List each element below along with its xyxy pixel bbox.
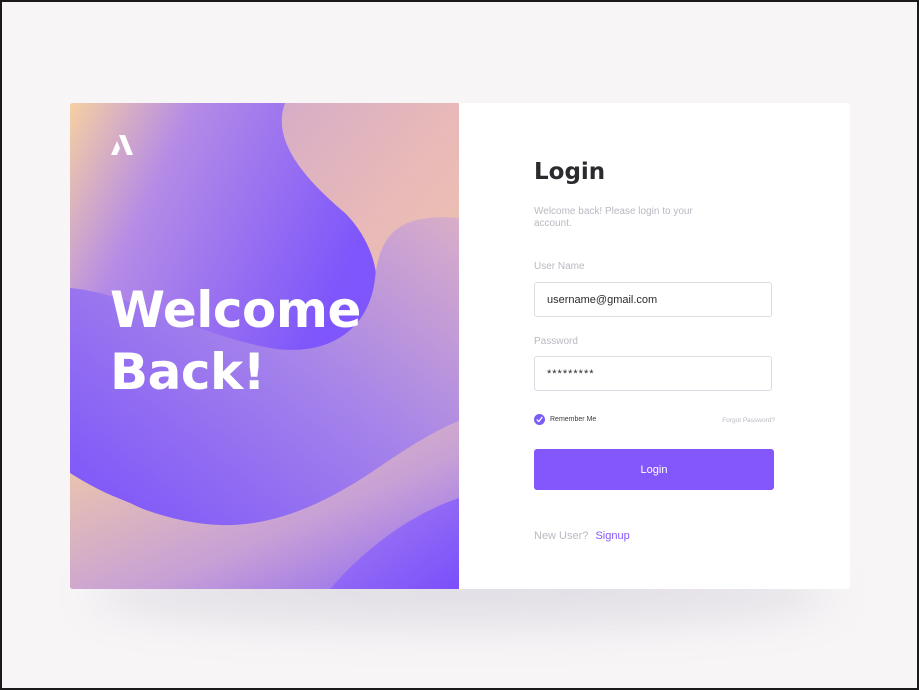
hero-heading-line-1: Welcome <box>110 281 361 339</box>
page-background: Welcome Back! Login Welcome back! Please… <box>2 2 917 688</box>
hero-heading-line-2: Back! <box>110 343 266 401</box>
hero-heading: Welcome Back! <box>110 279 361 403</box>
new-user-prompt: New User? Signup <box>534 530 630 542</box>
login-title: Login <box>534 159 606 185</box>
signup-link[interactable]: Signup <box>595 530 629 542</box>
forgot-password-link[interactable]: Forgot Password? <box>722 417 775 424</box>
remember-me-label: Remember Me <box>550 416 597 423</box>
brand-logo-icon <box>111 135 133 155</box>
login-form-panel: Login Welcome back! Please login to your… <box>459 103 850 589</box>
remember-me-option[interactable]: Remember Me <box>534 414 596 425</box>
password-input[interactable] <box>534 356 772 391</box>
login-subtitle: Welcome back! Please login to your accou… <box>534 206 693 229</box>
username-input[interactable] <box>534 282 772 317</box>
remember-me-checkbox[interactable] <box>534 414 545 425</box>
username-label: User Name <box>534 261 585 272</box>
login-card: Welcome Back! Login Welcome back! Please… <box>70 103 850 589</box>
login-button[interactable]: Login <box>534 449 774 490</box>
password-label: Password <box>534 336 578 347</box>
hero-panel: Welcome Back! <box>70 103 459 589</box>
check-icon <box>536 416 543 423</box>
new-user-text: New User? <box>534 530 589 542</box>
